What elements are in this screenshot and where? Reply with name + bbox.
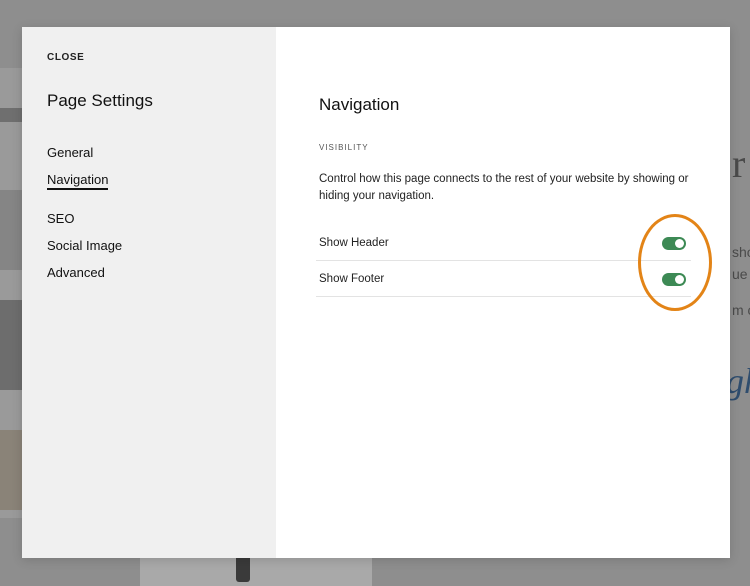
background-site-text: r g <box>732 141 750 186</box>
background-site-block <box>0 190 22 270</box>
show-header-label: Show Header <box>319 237 389 249</box>
show-header-row: Show Header <box>316 226 691 261</box>
settings-content-panel: Navigation VISIBILITY Control how this p… <box>276 27 730 558</box>
sidebar-item-label: Advanced <box>47 265 105 280</box>
sidebar-item-seo[interactable]: SEO <box>47 205 74 232</box>
toggle-knob-icon <box>675 274 684 284</box>
sidebar-item-label: Social Image <box>47 238 123 253</box>
show-header-toggle[interactable] <box>662 236 686 250</box>
background-site-text: sho <box>732 244 750 260</box>
sidebar-item-social-image[interactable]: Social Image <box>47 232 122 259</box>
sidebar-nav-group-primary: General Navigation <box>47 139 109 193</box>
sidebar-item-navigation[interactable]: Navigation <box>47 166 109 193</box>
background-site-text: m c <box>732 302 750 318</box>
page-settings-modal: CLOSE Page Settings General Navigation S… <box>22 27 730 558</box>
section-description: Control how this page connects to the re… <box>319 173 689 202</box>
close-button[interactable]: CLOSE <box>47 52 84 63</box>
background-site-block <box>0 300 22 390</box>
show-footer-label: Show Footer <box>319 273 385 285</box>
settings-sidebar: CLOSE Page Settings General Navigation S… <box>22 27 276 558</box>
show-footer-row: Show Footer <box>316 262 691 297</box>
background-site-block <box>0 108 22 122</box>
section-label: VISIBILITY <box>319 143 369 152</box>
sidebar-item-label: SEO <box>47 211 75 226</box>
show-footer-toggle[interactable] <box>662 272 686 286</box>
background-site-text: ue <box>732 266 748 282</box>
panel-title: Navigation <box>319 95 400 114</box>
background-site-block <box>0 430 22 510</box>
sidebar-title: Page Settings <box>47 91 153 110</box>
sidebar-item-advanced[interactable]: Advanced <box>47 259 105 286</box>
sidebar-nav-group-secondary: SEO Social Image Advanced <box>47 205 122 286</box>
sidebar-item-label: Navigation <box>47 172 109 190</box>
sidebar-item-label: General <box>47 145 94 160</box>
sidebar-item-general[interactable]: General <box>47 139 93 166</box>
toggle-knob-icon <box>675 238 684 248</box>
